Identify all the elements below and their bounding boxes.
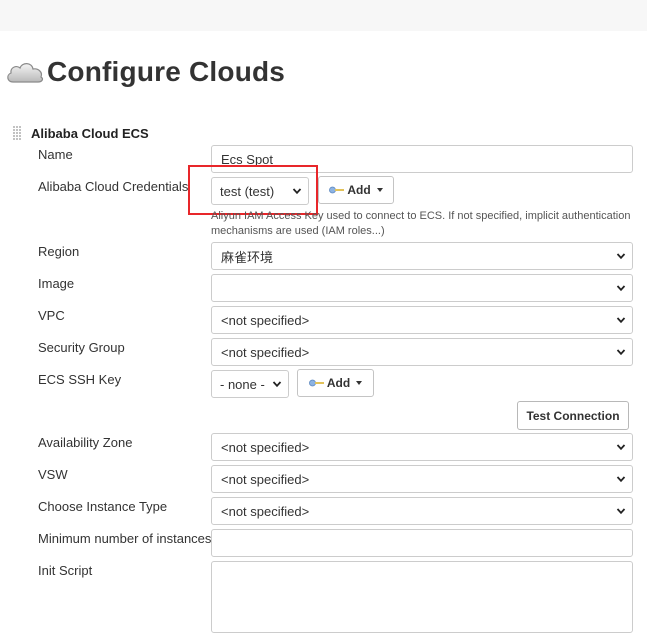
region-label: Region bbox=[38, 244, 80, 259]
test-connection-button[interactable]: Test Connection bbox=[517, 401, 629, 430]
chevron-down-icon bbox=[616, 253, 626, 260]
chevron-down-icon bbox=[616, 317, 626, 324]
chevron-down-icon bbox=[616, 508, 626, 515]
add-ssh-key-label: Add bbox=[326, 376, 351, 390]
init-script-textarea[interactable] bbox=[211, 561, 633, 633]
chevron-down-icon bbox=[616, 349, 626, 356]
chevron-down-icon bbox=[272, 381, 282, 388]
cloud-icon bbox=[7, 63, 44, 83]
section-title: Alibaba Cloud ECS bbox=[31, 126, 149, 141]
init-script-label: Init Script bbox=[38, 563, 93, 578]
instance-type-value: <not specified> bbox=[221, 503, 310, 519]
vsw-label: VSW bbox=[38, 467, 68, 482]
key-icon bbox=[308, 379, 324, 387]
credentials-label: Alibaba Cloud Credentials bbox=[38, 179, 189, 194]
top-bar bbox=[0, 0, 647, 31]
region-select[interactable]: 麻雀环境 bbox=[211, 242, 633, 270]
image-label: Image bbox=[38, 276, 75, 291]
min-instances-field[interactable] bbox=[211, 529, 633, 557]
availability-zone-value: <not specified> bbox=[221, 439, 310, 455]
drag-handle-icon[interactable] bbox=[13, 126, 24, 140]
add-ssh-key-button[interactable]: Add bbox=[297, 369, 374, 397]
ssh-key-select[interactable]: - none - bbox=[211, 370, 289, 398]
credentials-help: Aliyun IAM Access Key used to connect to… bbox=[211, 210, 631, 237]
highlight-box bbox=[188, 165, 318, 215]
ssh-key-value: - none - bbox=[220, 376, 265, 392]
page-header: Configure Clouds bbox=[5, 52, 285, 92]
vsw-value: <not specified> bbox=[221, 471, 310, 487]
availability-zone-select[interactable]: <not specified> bbox=[211, 433, 633, 461]
add-credentials-button[interactable]: Add bbox=[318, 176, 394, 204]
vpc-label: VPC bbox=[38, 308, 65, 323]
image-select[interactable] bbox=[211, 274, 633, 302]
vsw-select[interactable]: <not specified> bbox=[211, 465, 633, 493]
ssh-key-label: ECS SSH Key bbox=[38, 372, 122, 387]
page-title: Configure Clouds bbox=[47, 56, 286, 87]
caret-down-icon bbox=[356, 381, 363, 385]
chevron-down-icon bbox=[616, 476, 626, 483]
vpc-value: <not specified> bbox=[221, 312, 310, 328]
caret-down-icon bbox=[376, 188, 383, 192]
key-icon bbox=[329, 186, 345, 194]
vpc-select[interactable]: <not specified> bbox=[211, 306, 633, 334]
instance-type-select[interactable]: <not specified> bbox=[211, 497, 633, 525]
security-group-value: <not specified> bbox=[221, 344, 310, 360]
add-credentials-label: Add bbox=[347, 183, 371, 197]
name-label: Name bbox=[38, 147, 73, 162]
availability-zone-label: Availability Zone bbox=[38, 435, 133, 450]
chevron-down-icon bbox=[616, 444, 626, 451]
region-value: 麻雀环境 bbox=[221, 249, 274, 265]
chevron-down-icon bbox=[616, 285, 626, 292]
security-group-label: Security Group bbox=[38, 340, 125, 355]
instance-type-label: Choose Instance Type bbox=[38, 499, 168, 514]
security-group-select[interactable]: <not specified> bbox=[211, 338, 633, 366]
min-instances-label: Minimum number of instances bbox=[38, 531, 212, 546]
